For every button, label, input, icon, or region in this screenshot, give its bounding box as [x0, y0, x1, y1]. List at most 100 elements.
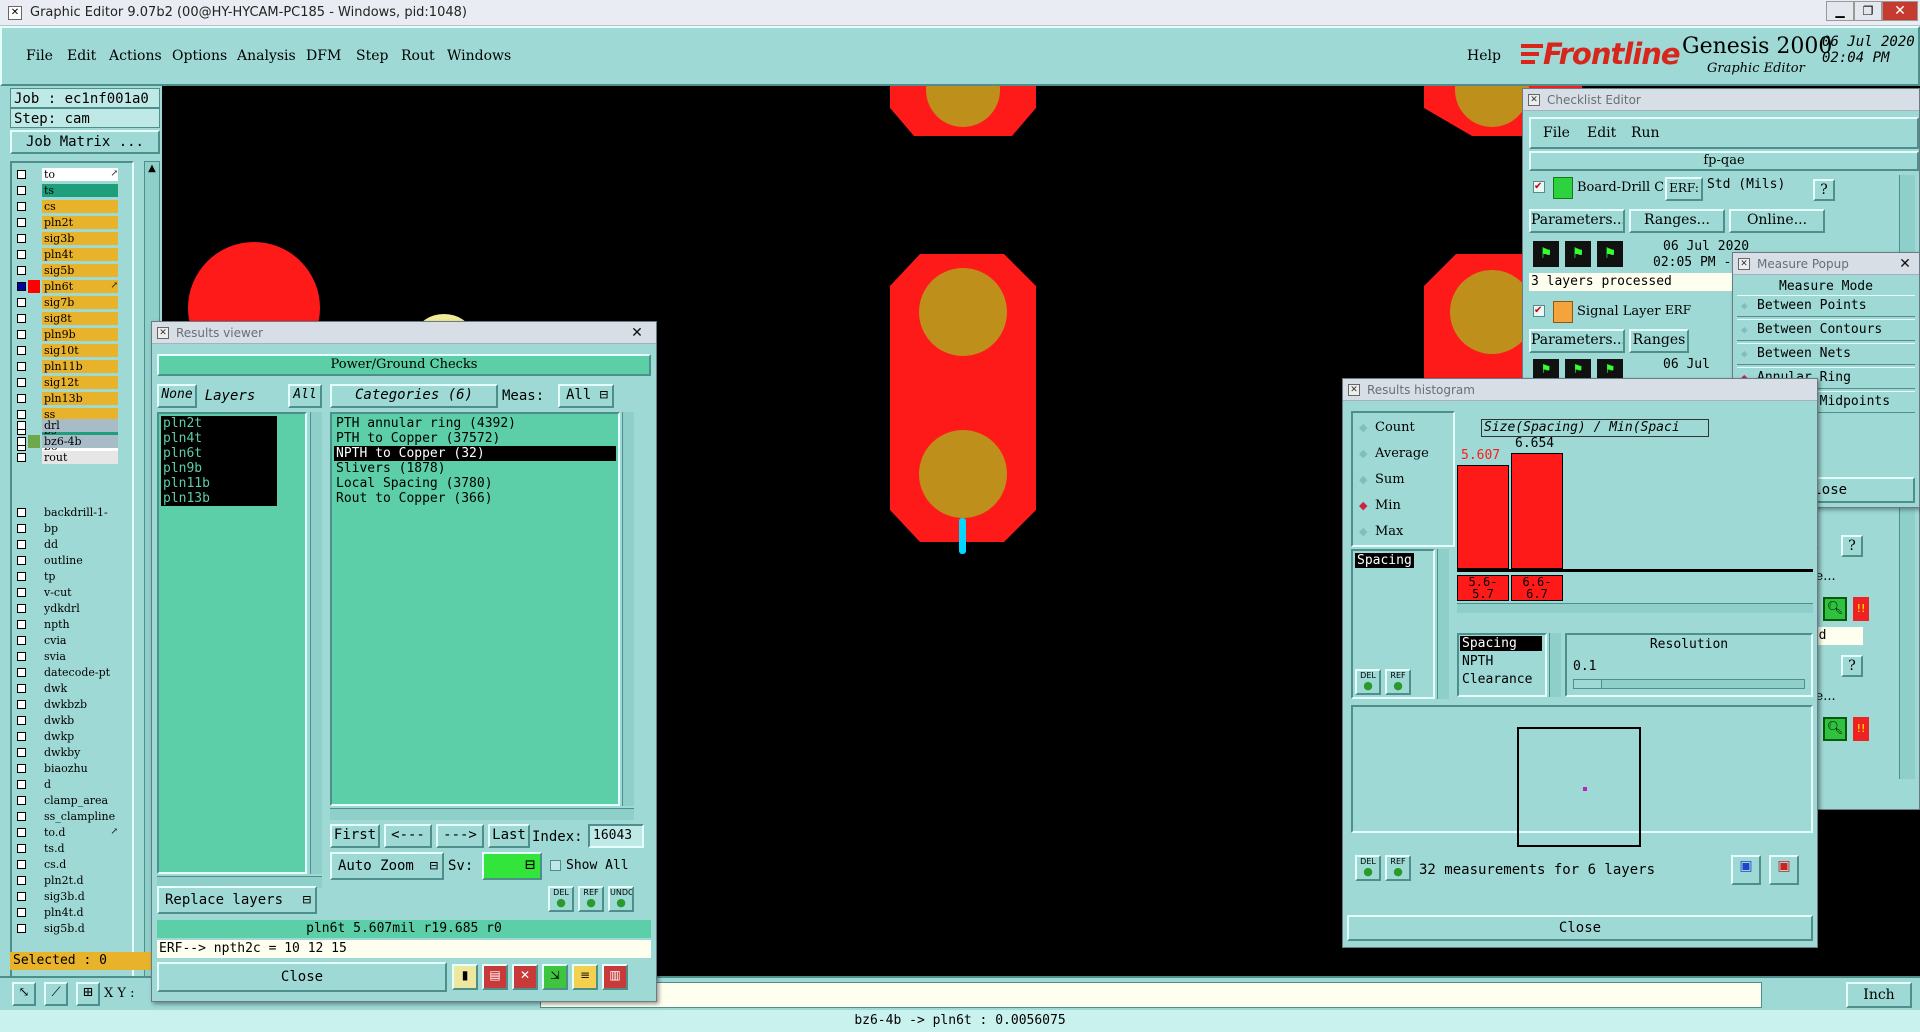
rv-layer-item[interactable]: pln6t: [161, 446, 277, 461]
layer-checkbox[interactable]: [17, 394, 26, 403]
measure-mode-option[interactable]: ◆ Between Contours: [1737, 319, 1915, 341]
layer-checkbox[interactable]: [17, 453, 26, 462]
layer-row-d[interactable]: d: [12, 778, 120, 791]
check-checkbox-2[interactable]: ✔: [1533, 305, 1545, 317]
layer-row-pln4t[interactable]: pln4t: [12, 248, 120, 261]
layer-checkbox[interactable]: [17, 684, 26, 693]
metric-list-scroll[interactable]: [1437, 549, 1449, 699]
layer-list-vscroll[interactable]: [310, 412, 322, 874]
layer-row-svia[interactable]: svia: [12, 650, 120, 663]
layer-row-outline[interactable]: outline: [12, 554, 120, 567]
help-icon-3[interactable]: ?: [1841, 655, 1863, 677]
layer-checkbox[interactable]: [17, 202, 26, 211]
menu-actions[interactable]: Actions: [109, 34, 162, 78]
layer-checkbox[interactable]: [17, 764, 26, 773]
layer-row-bp[interactable]: bp: [12, 522, 120, 535]
hist-ref-button-2[interactable]: REF ●: [1385, 855, 1411, 881]
hist-del-button-2[interactable]: DEL ●: [1355, 855, 1381, 881]
prev-button[interactable]: <---: [384, 824, 432, 848]
alert-icon-1[interactable]: !!: [1853, 597, 1869, 621]
show-all-checkbox[interactable]: [550, 860, 561, 871]
layer-row-clamp_area[interactable]: clamp_area: [12, 794, 120, 807]
layer-row-pln6t[interactable]: pln6t ↗: [12, 280, 120, 293]
checklist-menu-file[interactable]: File: [1543, 125, 1570, 141]
close-window-button[interactable]: ✕: [1882, 1, 1918, 21]
layer-row-drl[interactable]: drl: [12, 419, 120, 432]
layer-row-cs[interactable]: cs: [12, 200, 120, 213]
tool-icon-1[interactable]: ▮: [452, 964, 478, 990]
layer-checkbox[interactable]: [17, 378, 26, 387]
layer-checkbox[interactable]: [17, 588, 26, 597]
layer-checkbox[interactable]: [17, 668, 26, 677]
layers-none-button[interactable]: None: [157, 384, 197, 408]
menu-analysis[interactable]: Analysis: [237, 34, 296, 78]
layer-checkbox[interactable]: [17, 572, 26, 581]
histogram-option-sum[interactable]: ◆ Sum: [1355, 469, 1451, 491]
histogram-close-button[interactable]: Close: [1347, 915, 1813, 941]
layer-row-dd[interactable]: dd: [12, 538, 120, 551]
layer-row-sig12t[interactable]: sig12t: [12, 376, 120, 389]
layer-checkbox[interactable]: [17, 170, 26, 179]
export-icon-2[interactable]: ▣: [1769, 855, 1799, 885]
menu-file[interactable]: File: [26, 34, 53, 78]
hist-del-button[interactable]: DEL ●: [1355, 669, 1381, 695]
layer-row-bz6-4b[interactable]: bz6-4b: [12, 435, 120, 448]
first-button[interactable]: First: [330, 824, 380, 848]
tool-icon-3[interactable]: ✕: [512, 964, 538, 990]
menu-rout[interactable]: Rout: [401, 34, 435, 78]
auto-zoom-select[interactable]: Auto Zoom ⊟: [330, 852, 444, 880]
layer-checkbox[interactable]: [17, 266, 26, 275]
replace-layers-select[interactable]: Replace layers ⊟: [157, 886, 317, 914]
run-icon-4[interactable]: ⚑: [1533, 359, 1559, 379]
layer-row-ts[interactable]: ts: [12, 184, 120, 197]
layer-checkbox[interactable]: [17, 812, 26, 821]
layer-checkbox[interactable]: [17, 828, 26, 837]
layer-row-pln4t.d[interactable]: pln4t.d: [12, 906, 120, 919]
run-icon-6[interactable]: ⚑: [1597, 359, 1623, 379]
hist-ref-button[interactable]: REF ●: [1385, 669, 1411, 695]
run-icon-3[interactable]: ⚑: [1597, 241, 1623, 267]
scroll-up-icon[interactable]: ▲: [146, 163, 158, 175]
last-button[interactable]: Last: [488, 824, 530, 848]
rv-category-item[interactable]: Rout to Copper (366): [334, 491, 616, 506]
ranges-button-2[interactable]: Ranges: [1629, 329, 1689, 353]
histogram-option-min[interactable]: ◆ Min: [1355, 495, 1451, 517]
layer-checkbox[interactable]: [17, 508, 26, 517]
type-item-clearance[interactable]: Clearance: [1460, 672, 1532, 687]
check-checkbox-1[interactable]: ✔: [1533, 181, 1545, 193]
layer-checkbox[interactable]: [17, 421, 26, 430]
layer-row-dwkb[interactable]: dwkb: [12, 714, 120, 727]
layer-row-cs.d[interactable]: cs.d: [12, 858, 120, 871]
layer-checkbox[interactable]: [17, 410, 26, 419]
tool-icon-6[interactable]: ▥: [602, 964, 628, 990]
layer-row-pln2t.d[interactable]: pln2t.d: [12, 874, 120, 887]
menu-edit[interactable]: Edit: [67, 34, 96, 78]
type-list[interactable]: Spacing NPTH Clearance: [1457, 633, 1547, 697]
units-button[interactable]: Inch: [1846, 982, 1912, 1008]
layer-checkbox[interactable]: [17, 234, 26, 243]
rv-layer-item[interactable]: pln9b: [161, 461, 277, 476]
layer-row-sig5b.d[interactable]: sig5b.d: [12, 922, 120, 935]
undo-button[interactable]: UNDO ●: [608, 886, 634, 912]
run-icon-2[interactable]: ⚑: [1565, 241, 1591, 267]
ranges-button[interactable]: Ranges...: [1629, 209, 1725, 233]
histogram-bar[interactable]: [1511, 453, 1563, 569]
index-field[interactable]: 16043: [588, 824, 644, 848]
rv-category-item[interactable]: PTH to Copper (37572): [334, 431, 616, 446]
metric-item[interactable]: Spacing: [1355, 553, 1414, 568]
layer-row-npth[interactable]: npth: [12, 618, 120, 631]
layer-checkbox[interactable]: [17, 908, 26, 917]
layer-checkbox[interactable]: [17, 282, 26, 291]
layer-checkbox[interactable]: [17, 524, 26, 533]
checklist-menu-edit[interactable]: Edit: [1587, 125, 1616, 141]
layer-checkbox[interactable]: [17, 346, 26, 355]
menu-help[interactable]: Help: [1467, 34, 1501, 78]
layer-row-sig10t[interactable]: sig10t: [12, 344, 120, 357]
menu-windows[interactable]: Windows: [447, 34, 511, 78]
rv-category-item[interactable]: NPTH to Copper (32): [334, 446, 616, 461]
histogram-hscroll[interactable]: [1457, 603, 1813, 613]
layer-row-datecode-pt[interactable]: datecode-pt: [12, 666, 120, 679]
help-icon-2[interactable]: ?: [1841, 535, 1863, 557]
rv-layer-item[interactable]: pln13b: [161, 491, 277, 506]
layer-row-to[interactable]: to ↗: [12, 168, 120, 181]
